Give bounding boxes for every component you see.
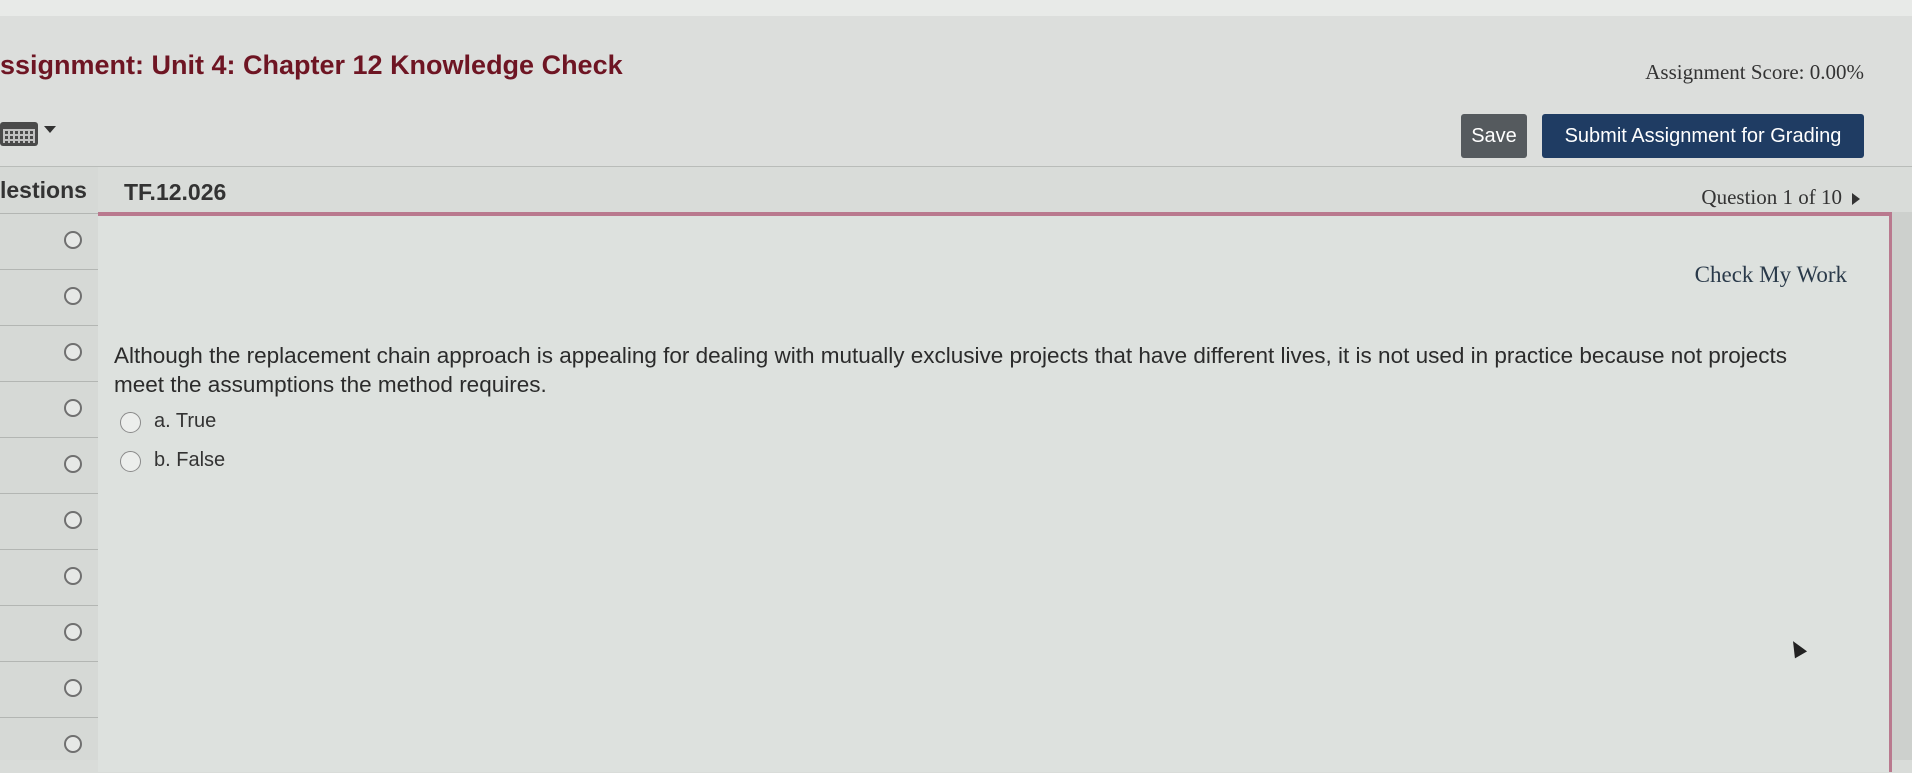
question-list-item[interactable]: [0, 269, 98, 325]
question-status-icon: [64, 735, 82, 753]
question-status-icon: [64, 679, 82, 697]
question-status-icon: [64, 511, 82, 529]
question-status-icon: [64, 343, 82, 361]
question-list: [0, 213, 98, 773]
chevron-down-icon: [44, 126, 56, 133]
question-status-icon: [64, 623, 82, 641]
question-list-item[interactable]: [0, 437, 98, 493]
keyboard-icon[interactable]: [0, 120, 56, 150]
question-header: TF.12.026 Question 1 of 10: [98, 167, 1912, 213]
questions-sidebar: lestions: [0, 167, 99, 760]
question-list-item[interactable]: [0, 549, 98, 605]
save-button[interactable]: Save: [1461, 114, 1527, 158]
keyboard-keys: [3, 129, 35, 143]
answer-option-label: a. True: [154, 410, 217, 432]
assignment-header: ssignment: Unit 4: Chapter 12 Knowledge …: [0, 16, 1912, 167]
answer-option-label: b. False: [154, 449, 226, 471]
question-list-item[interactable]: [0, 493, 98, 549]
question-list-item[interactable]: [0, 325, 98, 381]
question-list-item[interactable]: [0, 605, 98, 661]
question-panel: Check My Work Although the replacement c…: [98, 212, 1892, 772]
next-arrow-icon[interactable]: [1852, 193, 1860, 206]
question-list-item[interactable]: [0, 717, 98, 773]
question-status-icon: [64, 567, 82, 585]
question-id: TF.12.026: [124, 179, 227, 205]
question-status-icon: [64, 399, 82, 417]
assignment-score: Assignment Score: 0.00%: [1645, 60, 1864, 84]
radio-button[interactable]: [120, 412, 141, 433]
submit-assignment-button[interactable]: Submit Assignment for Grading: [1542, 114, 1864, 158]
assignment-title: ssignment: Unit 4: Chapter 12 Knowledge …: [0, 50, 623, 80]
radio-button[interactable]: [120, 451, 141, 472]
question-status-icon: [64, 287, 82, 305]
question-status-icon: [64, 231, 82, 249]
check-my-work-link[interactable]: Check My Work: [1695, 262, 1847, 288]
keyboard-body: [0, 122, 38, 146]
question-list-item[interactable]: [0, 213, 98, 269]
question-status-icon: [64, 455, 82, 473]
browser-top-strip: [0, 0, 1912, 17]
question-list-item[interactable]: [0, 381, 98, 437]
sidebar-heading: lestions: [0, 177, 87, 203]
question-counter: Question 1 of 10: [1701, 185, 1842, 209]
window-edge: [1892, 212, 1912, 760]
question-text: Although the replacement chain approach …: [114, 343, 1788, 397]
question-navigation[interactable]: Question 1 of 10: [1701, 185, 1860, 210]
question-list-item[interactable]: [0, 661, 98, 717]
